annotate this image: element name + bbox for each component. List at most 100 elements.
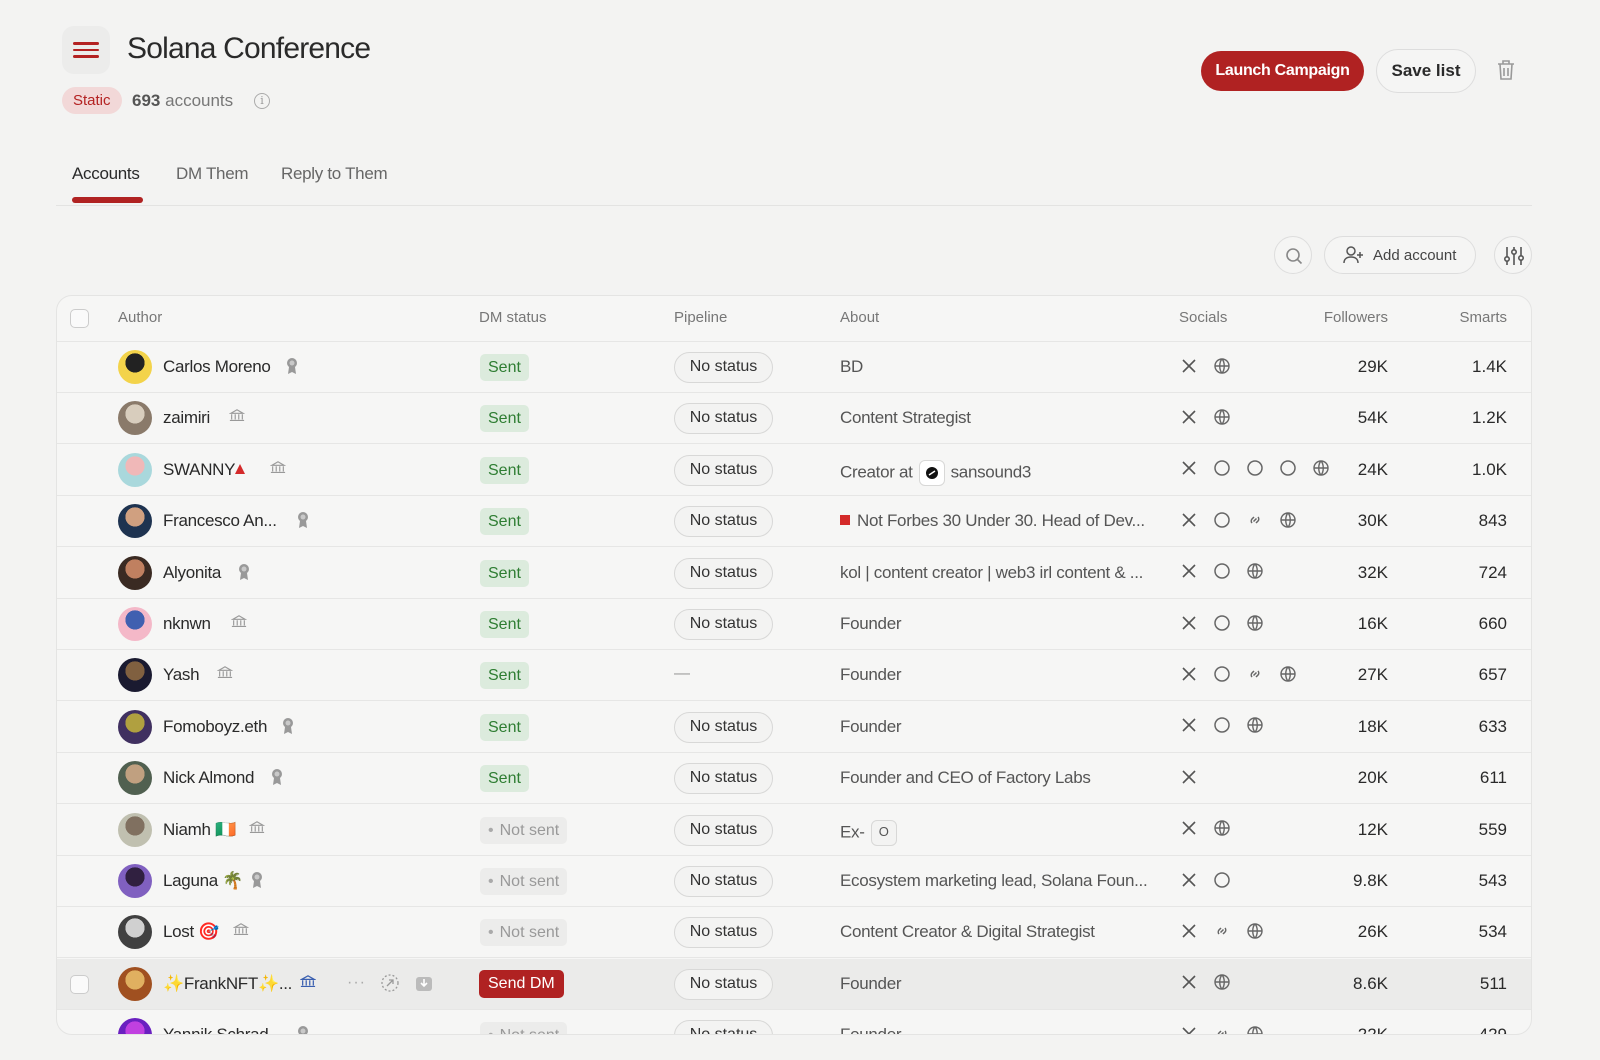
row-checkbox[interactable] [70,974,89,994]
author-name[interactable]: Alyonita [163,563,221,583]
globe-icon[interactable] [1212,818,1232,843]
col-about[interactable]: About [840,309,879,326]
avatar[interactable] [118,658,152,693]
avatar[interactable] [118,401,152,436]
circle-icon[interactable] [1212,458,1232,483]
author-name[interactable]: Yannik Schrad... [163,1025,282,1034]
avatar[interactable] [118,812,152,847]
link-icon[interactable] [1245,510,1265,535]
author-name[interactable]: Nick Almond [163,768,254,788]
x-icon[interactable] [1179,458,1199,483]
pipeline-empty[interactable]: — [674,665,690,683]
author-name[interactable]: Fomoboyz.eth [163,717,267,737]
table-row[interactable]: Yannik Schrad... Not sent No status Founder… [57,1010,1531,1034]
circle-icon[interactable] [1212,561,1232,586]
table-row[interactable]: zaimiri Sent No status Content Strategist 54… [57,393,1531,445]
pipeline-status[interactable]: No status [674,1020,773,1034]
circle-icon[interactable] [1212,664,1232,689]
circle-icon[interactable] [1278,458,1298,483]
x-icon[interactable] [1179,818,1199,843]
x-icon[interactable] [1179,972,1199,997]
x-icon[interactable] [1179,356,1199,381]
pipeline-status[interactable]: No status [674,609,773,640]
globe-icon[interactable] [1245,613,1265,638]
author-name[interactable]: Francesco An... [163,511,277,531]
table-row[interactable]: ✨FrankNFT✨... ··· Send DM No status Founde… [57,958,1531,1010]
circle-icon[interactable] [1212,715,1232,740]
avatar[interactable] [118,761,152,796]
launch-campaign-button[interactable]: Launch Campaign [1201,51,1364,91]
avatar[interactable] [118,864,152,898]
circle-icon[interactable] [1212,870,1232,895]
x-icon[interactable] [1179,407,1199,432]
globe-icon[interactable] [1245,1024,1265,1034]
avatar[interactable] [118,555,152,590]
table-row[interactable]: Niamh 🇮🇪 Not sent No status Ex-O 12K 559 [57,805,1531,856]
link-icon[interactable] [1212,1024,1232,1034]
col-smarts[interactable]: Smarts [1459,309,1507,326]
tab-reply-to-them[interactable]: Reply to Them [281,164,388,184]
globe-icon[interactable] [1245,921,1265,946]
x-icon[interactable] [1179,767,1199,792]
author-name[interactable]: nknwn [163,614,211,634]
pipeline-status[interactable]: No status [674,763,773,795]
pipeline-status[interactable]: No status [674,557,773,589]
globe-icon[interactable] [1212,972,1232,997]
link-icon[interactable] [1245,664,1265,689]
table-row[interactable]: Fomoboyz.eth Sent No status Founder 18K 633 [57,702,1531,753]
circle-icon[interactable] [1212,613,1232,638]
open-profile-icon[interactable] [380,973,400,993]
x-icon[interactable] [1179,715,1199,740]
author-name[interactable]: Carlos Moreno [163,357,271,377]
pipeline-status[interactable]: No status [674,917,773,949]
table-row[interactable]: Carlos Moreno Sent No status BD 29K 1.4K [57,342,1531,393]
circle-icon[interactable] [1245,458,1265,483]
table-row[interactable]: Lost 🎯 Not sent No status Content Creator &… [57,907,1531,959]
pipeline-status[interactable]: No status [674,454,773,486]
pipeline-status[interactable]: No status [674,506,773,538]
author-name[interactable]: SWANNY [163,460,235,480]
trash-icon[interactable] [1495,58,1517,82]
author-name[interactable]: Niamh 🇮🇪 [163,820,236,840]
avatar[interactable] [118,607,152,641]
table-row[interactable]: Francesco An... Sent No status Not Forbes 3… [57,496,1531,548]
save-list-button[interactable]: Save list [1376,49,1476,93]
x-icon[interactable] [1179,1024,1199,1034]
x-icon[interactable] [1179,870,1199,895]
x-icon[interactable] [1179,510,1199,535]
pipeline-status[interactable]: No status [674,814,773,846]
menu-button[interactable] [62,26,110,74]
table-row[interactable]: Nick Almond Sent No status Founder and CEO … [57,753,1531,805]
author-name[interactable]: Lost 🎯 [163,922,220,942]
table-row[interactable]: nknwn Sent No status Founder 16K 660 [57,599,1531,650]
avatar[interactable] [118,966,152,1001]
send-dm-button[interactable]: Send DM [479,969,564,998]
table-row[interactable]: Alyonita Sent No status kol | content creat… [57,548,1531,599]
more-icon[interactable]: ··· [347,974,366,992]
globe-icon[interactable] [1245,715,1265,740]
pipeline-status[interactable]: No status [674,711,773,743]
circle-icon[interactable] [1212,510,1232,535]
col-dm-status[interactable]: DM status [479,309,547,326]
x-icon[interactable] [1179,921,1199,946]
avatar[interactable] [118,504,152,539]
download-icon[interactable] [414,973,434,993]
globe-icon[interactable] [1278,510,1298,535]
col-pipeline[interactable]: Pipeline [674,309,727,326]
avatar[interactable] [118,452,152,487]
author-name[interactable]: zaimiri [163,408,210,428]
search-button[interactable] [1274,236,1312,274]
globe-icon[interactable] [1212,356,1232,381]
author-name[interactable]: ✨FrankNFT✨... [163,974,292,994]
pipeline-status[interactable]: No status [674,403,773,435]
avatar[interactable] [118,915,152,950]
select-all-checkbox[interactable] [70,309,89,328]
avatar[interactable] [118,1018,152,1034]
tab-dm-them[interactable]: DM Them [176,164,249,184]
table-row[interactable]: SWANNY Sent No status Creator at sansound3 24… [57,445,1531,496]
avatar[interactable] [118,350,152,384]
author-name[interactable]: Laguna 🌴 [163,871,244,891]
globe-icon[interactable] [1212,407,1232,432]
pipeline-status[interactable]: No status [674,352,773,383]
info-icon[interactable]: i [254,93,270,109]
